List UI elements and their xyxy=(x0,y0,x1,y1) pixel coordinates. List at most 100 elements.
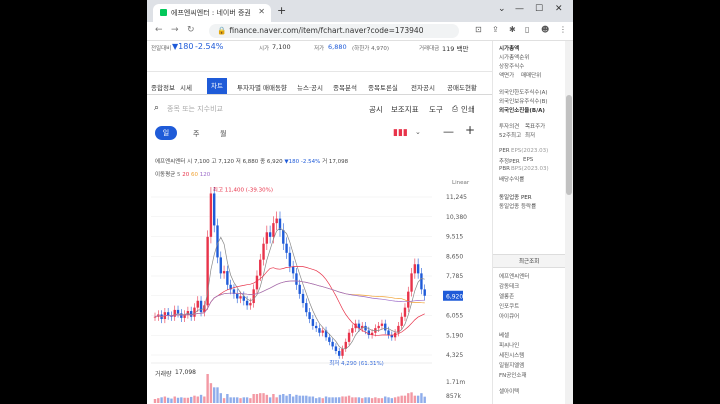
info-sector-per: 동일업종 PER xyxy=(499,195,532,201)
volume-tick-label: 857k xyxy=(446,393,461,400)
recent-item[interactable]: 에프엔씨엔터 xyxy=(499,272,529,280)
recent-item[interactable]: 셀아이텍 xyxy=(499,387,519,395)
recent-item[interactable]: 감동테크 xyxy=(499,282,519,290)
volume-bar xyxy=(166,397,170,403)
candle-body xyxy=(259,259,262,276)
volume-bar xyxy=(186,397,190,403)
print-icon[interactable]: ⎙ xyxy=(452,104,458,114)
volume-bar xyxy=(282,394,285,403)
candle-body xyxy=(407,291,410,308)
volume-bar xyxy=(311,396,315,403)
info-foreign-ratio: 외국인소진율(B/A) xyxy=(499,108,545,114)
info-dividend: 배당수익률 xyxy=(499,177,525,183)
volume-bar xyxy=(268,397,272,403)
tab-quotes[interactable]: 시세 xyxy=(180,82,192,92)
print-button[interactable]: 인쇄 xyxy=(461,104,475,115)
tool-button[interactable]: 도구 xyxy=(429,104,443,115)
candle-body xyxy=(341,348,344,356)
tab-overview[interactable]: 종합정보 xyxy=(151,82,175,92)
recent-item[interactable]: 피씨나인 xyxy=(499,341,519,349)
translate-icon[interactable]: ⊡ xyxy=(475,25,482,34)
sidepanel-icon[interactable]: ▯ xyxy=(525,25,529,34)
candle-body xyxy=(226,271,229,285)
candle-body xyxy=(265,232,269,244)
volume-bar xyxy=(209,383,213,403)
candle-body xyxy=(166,312,170,316)
low-label: 저가 xyxy=(314,46,325,52)
close-tab-icon[interactable]: ✕ xyxy=(258,7,265,16)
tab-chart[interactable]: 차트 xyxy=(207,78,227,94)
recent-item[interactable]: 일월지엘엠 xyxy=(499,361,524,369)
volume-bar xyxy=(301,395,305,403)
tab-news[interactable]: 뉴스·공시 xyxy=(297,82,323,92)
profile-avatar-icon[interactable]: ☻ xyxy=(541,25,549,34)
tab-discussion[interactable]: 종목토론실 xyxy=(368,82,398,92)
browser-tab[interactable]: 에프엔씨엔터 : 네이버 증권 ✕ xyxy=(153,4,271,22)
back-icon[interactable]: ← xyxy=(155,25,163,35)
candle-body xyxy=(282,229,285,244)
indicator-button[interactable]: 보조지표 xyxy=(391,104,419,115)
notice-button[interactable]: 공시 xyxy=(369,104,383,115)
volume-bar xyxy=(176,397,180,403)
volume-bar xyxy=(229,397,232,403)
candle-body xyxy=(285,243,288,253)
volume-label: 거래량 xyxy=(155,371,172,378)
scrollbar-thumb[interactable] xyxy=(566,95,572,195)
period-day[interactable]: 일 xyxy=(155,126,177,140)
candle-body xyxy=(416,264,420,274)
candle-body xyxy=(239,296,242,299)
low-value: 6,880 xyxy=(328,43,347,51)
recent-item[interactable]: 인포쿠트 xyxy=(499,302,519,310)
info-par: 액면가 xyxy=(499,73,515,79)
recent-item[interactable]: 엘롱존 xyxy=(499,292,514,300)
y-tick-label: 4,325 xyxy=(446,352,463,359)
forward-icon[interactable]: → xyxy=(171,25,179,35)
zoom-in-icon[interactable]: + xyxy=(465,123,475,137)
recent-item[interactable]: 세진시스템 xyxy=(499,351,524,359)
candle-body xyxy=(328,337,331,342)
volume-bar xyxy=(377,398,380,403)
tab-investor[interactable]: 투자자별 매매동향 xyxy=(237,82,287,92)
maximize-icon[interactable]: ☐ xyxy=(535,4,543,14)
new-tab-icon[interactable]: + xyxy=(277,4,286,17)
zoom-out-icon[interactable]: — xyxy=(443,125,454,138)
volume-bar xyxy=(337,397,341,403)
minimize-icon[interactable]: — xyxy=(515,4,524,14)
period-month[interactable]: 월 xyxy=(220,129,226,139)
volume-bar xyxy=(219,393,222,403)
close-window-icon[interactable]: ✕ xyxy=(555,4,563,14)
lock-icon: 🔒 xyxy=(217,26,227,35)
recent-item[interactable]: FN공인소재 xyxy=(499,371,527,379)
tab-short-selling[interactable]: 공매도현황 xyxy=(447,82,477,92)
volume-bar xyxy=(347,395,351,403)
candle-body xyxy=(351,328,354,333)
ohlc-readout: 에프엔씨엔터 시 7,100 고 7,120 저 6,880 종 6,920 ▼… xyxy=(155,157,348,165)
volume-bar xyxy=(265,394,269,403)
candle-body xyxy=(222,271,226,274)
extensions-icon[interactable]: ✱ xyxy=(509,25,516,34)
url-field[interactable]: 🔒 finance.naver.com/item/fchart.naver?cod… xyxy=(209,24,459,38)
tab-analysis[interactable]: 종목분석 xyxy=(333,82,357,92)
compare-search-input[interactable]: 종목 또는 지수비교 xyxy=(167,104,223,114)
chart-type-icon[interactable]: ▮▮▮ xyxy=(393,128,408,138)
share-icon[interactable]: ⇪ xyxy=(492,25,499,34)
recent-item[interactable]: 베셀 xyxy=(499,331,509,339)
menu-icon[interactable]: ⋮ xyxy=(559,25,567,34)
price-chart[interactable]: 11,245 10,380 9,515 8,650 7,785 6,920 6,055 5,1… xyxy=(147,187,485,404)
tab-disclosure[interactable]: 전자공시 xyxy=(411,82,435,92)
candle-body xyxy=(291,266,295,274)
candle-body xyxy=(334,346,338,352)
close-label: 종 xyxy=(260,159,266,165)
chevron-down-icon[interactable]: ⌄ xyxy=(415,128,421,136)
recent-item[interactable]: 아이큐어 xyxy=(499,312,519,320)
candle-body xyxy=(236,293,239,299)
reload-icon[interactable]: ↻ xyxy=(187,25,195,35)
stock-nav-tabs: 종합정보 시세 차트 투자자별 매매동향 뉴스·공시 종목분석 종목토론실 전자… xyxy=(147,78,492,95)
scale-label[interactable]: Linear xyxy=(452,180,469,186)
volume-bar xyxy=(170,398,173,403)
volume-bar xyxy=(275,397,278,403)
period-week[interactable]: 주 xyxy=(193,129,199,139)
candle-body xyxy=(423,289,426,296)
tab-search-icon[interactable]: ⌄ xyxy=(498,4,506,14)
volume-bar xyxy=(232,397,236,403)
